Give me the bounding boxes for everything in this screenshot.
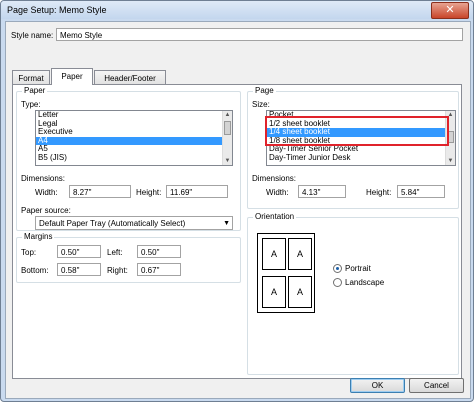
landscape-radio[interactable] <box>333 278 342 287</box>
preview-page: A <box>262 276 286 308</box>
close-button[interactable]: ✕ <box>431 2 469 19</box>
scroll-thumb[interactable] <box>224 121 231 135</box>
orientation-group-title: Orientation <box>253 212 297 221</box>
orientation-preview: A A A A <box>257 233 315 313</box>
paper-tab-panel: Paper Type: Letter Legal Executive A4 A5… <box>12 84 462 379</box>
close-icon: ✕ <box>445 4 455 16</box>
page-height-label: Height: <box>366 188 392 197</box>
paper-type-label: Type: <box>21 100 41 109</box>
landscape-label[interactable]: Landscape <box>345 278 384 287</box>
scroll-down-icon[interactable]: ▼ <box>447 157 454 165</box>
chevron-down-icon: ▼ <box>223 220 230 227</box>
preview-page: A <box>262 238 286 270</box>
tab-paper[interactable]: Paper <box>51 68 93 85</box>
style-name-input[interactable]: Memo Style <box>56 28 463 41</box>
style-name-label: Style name: <box>11 31 54 40</box>
tab-format[interactable]: Format <box>12 70 50 85</box>
page-width-input[interactable]: 4.13" <box>298 185 346 198</box>
page-dimensions-label: Dimensions: <box>252 174 297 183</box>
margin-top-label: Top: <box>21 248 37 257</box>
paper-source-dropdown[interactable]: Default Paper Tray (Automatically Select… <box>35 216 233 230</box>
margin-left-input[interactable]: 0.50" <box>137 245 181 258</box>
margins-group-title: Margins <box>22 232 55 241</box>
margin-right-label: Right: <box>107 266 128 275</box>
list-item[interactable]: Day-Timer Junior Desk <box>267 153 455 163</box>
paper-width-label: Width: <box>35 188 58 197</box>
paper-type-scrollbar[interactable]: ▲ ▼ <box>222 111 232 165</box>
preview-page: A <box>288 276 312 308</box>
window-title: Page Setup: Memo Style <box>7 5 107 15</box>
paper-group: Paper Type: Letter Legal Executive A4 A5… <box>16 86 241 231</box>
title-bar[interactable]: Page Setup: Memo Style ✕ <box>1 1 473 19</box>
paper-type-listbox[interactable]: Letter Legal Executive A4 A5 B5 (JIS) ▲ … <box>35 110 233 166</box>
page-group: Page Size: Pocket 1/2 sheet booklet 1/4 … <box>247 86 459 209</box>
margin-right-input[interactable]: 0.67" <box>137 263 181 276</box>
dialog-client-area: Style name: Memo Style Format Paper Head… <box>5 21 471 399</box>
cancel-button[interactable]: Cancel <box>409 378 464 393</box>
page-width-label: Width: <box>266 188 289 197</box>
margins-group: Margins Top: 0.50" Left: 0.50" Bottom: 0… <box>16 232 241 283</box>
list-item[interactable]: Executive <box>36 128 232 137</box>
margin-bottom-input[interactable]: 0.58" <box>57 263 101 276</box>
page-height-input[interactable]: 5.84" <box>397 185 445 198</box>
margin-bottom-label: Bottom: <box>21 266 49 275</box>
list-item[interactable]: Letter <box>36 111 232 120</box>
orientation-group: Orientation A A A A Portrait Landscape <box>247 212 459 375</box>
tab-header-footer[interactable]: Header/Footer <box>94 70 166 85</box>
page-group-title: Page <box>253 86 276 95</box>
paper-group-title: Paper <box>22 86 48 95</box>
list-item[interactable]: A4 <box>36 136 232 146</box>
paper-dimensions-label: Dimensions: <box>21 174 66 183</box>
scroll-up-icon[interactable]: ▲ <box>224 111 231 119</box>
ok-button[interactable]: OK <box>350 378 405 393</box>
highlight-annotation <box>265 116 449 146</box>
margin-top-input[interactable]: 0.50" <box>57 245 101 258</box>
portrait-label[interactable]: Portrait <box>345 264 371 273</box>
preview-page: A <box>288 238 312 270</box>
scroll-down-icon[interactable]: ▼ <box>224 157 231 165</box>
portrait-radio[interactable] <box>333 264 342 273</box>
page-setup-dialog: Page Setup: Memo Style ✕ Style name: Mem… <box>0 0 474 402</box>
page-size-label: Size: <box>252 100 270 109</box>
margin-left-label: Left: <box>107 248 123 257</box>
paper-height-input[interactable]: 11.69" <box>166 185 228 198</box>
paper-source-value: Default Paper Tray (Automatically Select… <box>39 219 186 228</box>
paper-source-label: Paper source: <box>21 206 71 215</box>
paper-height-label: Height: <box>136 188 162 197</box>
list-item[interactable]: B5 (JIS) <box>36 153 232 163</box>
paper-width-input[interactable]: 8.27" <box>69 185 131 198</box>
